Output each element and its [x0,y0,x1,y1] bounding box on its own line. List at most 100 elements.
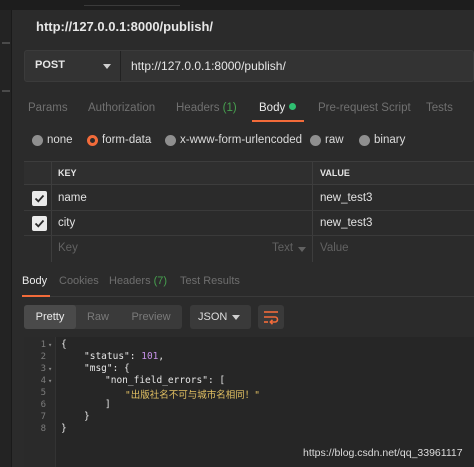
tab-authorization[interactable]: Authorization [88,102,155,114]
code-token: : [ [207,375,226,386]
fold-icon[interactable]: ▾ [48,365,54,373]
check-icon [34,219,45,228]
line-number: 7 [40,412,46,422]
code-token: { [61,339,67,350]
tab-pre-request-script[interactable]: Pre-request Script [318,102,411,114]
fold-icon[interactable]: ▾ [48,377,54,385]
code-line: { [61,339,67,350]
browser-tab-strip [0,0,474,10]
language-select[interactable]: JSON [190,305,251,329]
tab-fragment [84,0,180,6]
preview-button[interactable]: Preview [120,305,182,329]
code-line: } [61,423,67,434]
code-token: : { [112,363,130,374]
table-row-empty: Key Text Value [24,236,474,261]
line-number: 5 [40,388,46,398]
response-tab-headers[interactable]: Headers (7) [109,275,167,287]
response-tabs: Body Cookies Headers (7) Test Results [22,275,474,297]
column-header-value: VALUE [320,168,350,178]
status-dot-icon [289,103,297,110]
url-bar: POST http://127.0.0.1:8000/publish/ [24,50,474,82]
code-token: 101 [141,351,159,362]
tab-label: Headers [176,102,220,114]
tab-label: Body [259,102,286,114]
code-line: "non_field_errors": [ [105,375,225,386]
row-value-input[interactable]: new_test3 [320,192,372,204]
tab-label: Authorization [88,102,156,114]
tab-label: Tests [426,102,453,114]
method-label: POST [35,59,65,71]
code-token: "出版社名不可与城市名相同！" [125,390,260,401]
active-response-tab-indicator [22,295,50,297]
tab-count: (1) [222,102,237,114]
new-value-input[interactable]: Value [320,242,349,254]
row-checkbox[interactable] [32,216,47,231]
tab-headers[interactable]: Headers (1) [176,102,237,114]
row-value-input[interactable]: new_test3 [320,217,372,229]
line-number: 4 [40,376,46,386]
new-key-input[interactable]: Key [58,242,78,254]
line-number: 2 [40,352,46,362]
code-token: : [129,351,142,362]
line-gutter: 1 ▾ 2 3 ▾ 4 ▾ 5 6 7 8 [24,337,56,467]
radio-label: none [47,134,73,146]
code-line: ] [105,399,111,410]
code-line: } [84,411,90,422]
language-label: JSON [198,311,228,323]
sidebar-marker [2,90,10,92]
format-toggle: Pretty Raw Preview [24,305,182,329]
code-token: } [84,411,90,422]
response-tab-cookies[interactable]: Cookies [59,275,99,287]
code-token: "status" [84,351,130,362]
request-tabs: Params Authorization Headers (1) Body Pr… [28,102,474,122]
tab-body[interactable]: Body [259,102,297,114]
form-data-table: KEY VALUE name new_test3 city new_test3 … [24,161,474,262]
active-tab-indicator [252,120,304,122]
raw-button[interactable]: Raw [76,305,120,329]
request-title: http://127.0.0.1:8000/publish/ [36,19,213,34]
radio-icon [359,135,370,146]
wrap-lines-icon [264,311,279,325]
tab-tests[interactable]: Tests [426,102,453,114]
radio-icon [32,135,43,146]
wrap-lines-button[interactable] [258,305,284,329]
row-key-input[interactable]: name [58,192,87,204]
column-header-key: KEY [58,168,77,178]
response-tab-body[interactable]: Body [22,275,47,287]
pretty-button[interactable]: Pretty [24,305,76,329]
response-tab-test-results[interactable]: Test Results [180,275,240,287]
tab-label: Headers [109,275,151,287]
radio-label: binary [374,134,406,146]
method-select[interactable]: POST [25,51,121,81]
chevron-down-icon [103,64,111,69]
tab-params[interactable]: Params [28,102,68,114]
radio-label: raw [325,134,344,146]
code-token: "msg" [84,363,113,374]
line-number: 3 [40,364,46,374]
radio-icon [165,135,176,146]
chevron-down-icon [298,247,306,252]
chevron-down-icon [232,315,240,320]
radio-selected-icon [87,135,98,146]
key-type-select[interactable]: Text [272,242,293,254]
url-input[interactable]: http://127.0.0.1:8000/publish/ [131,59,286,73]
sidebar-marker [2,42,10,44]
radio-label: x-www-form-urlencoded [180,134,303,146]
radio-icon [310,135,321,146]
table-row: name new_test3 [24,186,474,211]
tab-label: Params [28,102,68,114]
table-row: city new_test3 [24,211,474,236]
code-token: , [158,351,165,362]
row-checkbox[interactable] [32,191,47,206]
row-key-input[interactable]: city [58,217,75,229]
code-line: "status": 101, [84,351,164,362]
check-icon [34,194,45,203]
tab-label: Pre-request Script [318,102,411,114]
sidebar-edge [0,10,12,467]
code-line: "出版社名不可与城市名相同！" [125,387,260,401]
fold-icon[interactable]: ▾ [48,341,54,349]
line-number: 1 [40,340,46,350]
code-token: "non_field_errors" [105,375,208,386]
line-number: 6 [40,400,46,410]
tab-count: (7) [153,275,168,287]
